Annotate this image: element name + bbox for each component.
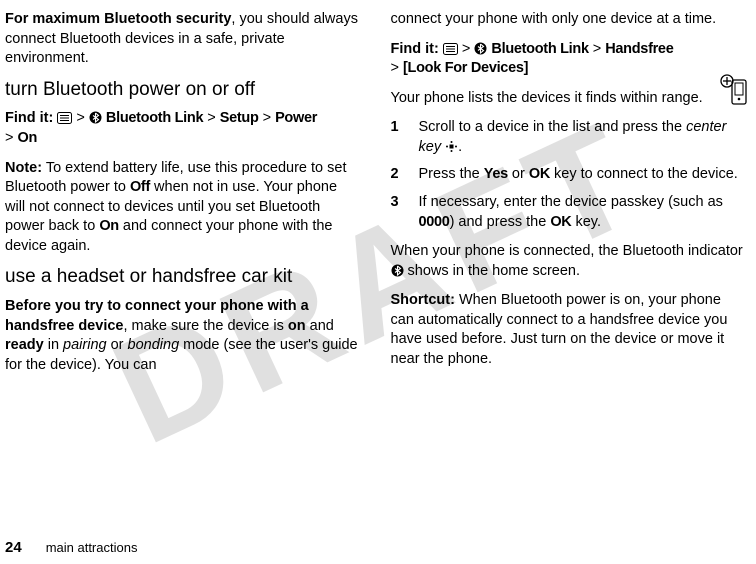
- note-label: Note:: [5, 160, 42, 176]
- note-paragraph: Note: To extend battery life, use this p…: [5, 159, 361, 257]
- gt: >: [76, 110, 84, 126]
- step2-a: Press the: [419, 166, 484, 182]
- left-column: For maximum Bluetooth security, you shou…: [5, 10, 361, 520]
- step3-code: 0000: [419, 214, 450, 230]
- find-it-label: Find it:: [391, 41, 439, 57]
- cont-paragraph: connect your phone with only one device …: [391, 10, 747, 30]
- page-footer: 24 main attractions: [5, 539, 137, 556]
- before-bonding: bonding: [128, 337, 180, 353]
- connected-paragraph: When your phone is connected, the Blueto…: [391, 242, 747, 281]
- center-key-icon: [445, 140, 458, 153]
- before-ready: ready: [5, 337, 44, 353]
- shortcut-label: Shortcut:: [391, 292, 455, 308]
- bluetooth-icon: [474, 42, 487, 55]
- heading-power: turn Bluetooth power on or off: [5, 79, 361, 102]
- step2-or: or: [508, 166, 529, 182]
- step-1: 1 Scroll to a device in the list and pre…: [391, 118, 747, 157]
- intro-bold: For maximum Bluetooth security: [5, 11, 231, 27]
- gt: >: [263, 110, 271, 126]
- menu-key-icon: [57, 112, 72, 124]
- before-on: on: [288, 318, 306, 334]
- page-number: 24: [5, 539, 22, 556]
- path-handsfree: Handsfree: [605, 41, 673, 57]
- connected-a: When your phone is connected, the Blueto…: [391, 243, 743, 259]
- step3-a: If necessary, enter the device passkey (…: [419, 194, 723, 210]
- section-name: main attractions: [46, 540, 138, 555]
- menu-key-icon: [443, 43, 458, 55]
- note-off: Off: [130, 179, 150, 195]
- path-on: On: [18, 130, 38, 146]
- step-2: 2 Press the Yes or OK key to connect to …: [391, 165, 747, 185]
- step-3: 3 If necessary, enter the device passkey…: [391, 193, 747, 232]
- steps-list: 1 Scroll to a device in the list and pre…: [391, 118, 747, 232]
- before-a: , make sure the device is: [123, 318, 287, 334]
- path-power: Power: [275, 110, 317, 126]
- intro-paragraph: For maximum Bluetooth security, you shou…: [5, 10, 361, 69]
- before-b: and: [306, 318, 334, 334]
- step3-c: key.: [571, 214, 601, 230]
- path-look-for-devices: [Look For Devices]: [403, 60, 528, 76]
- step2-yes: Yes: [484, 166, 508, 182]
- step1-b: .: [458, 139, 462, 155]
- step1-a: Scroll to a device in the list and press…: [419, 119, 687, 135]
- step3-b: ) and press the: [450, 214, 551, 230]
- bluetooth-icon: [391, 264, 404, 277]
- step-number: 1: [391, 118, 405, 157]
- before-c: in: [44, 337, 63, 353]
- find-it-power: Find it: > Bluetooth Link > Setup > Powe…: [5, 109, 361, 148]
- step2-b: key to connect to the device.: [550, 166, 738, 182]
- path-bluetooth-link: Bluetooth Link: [491, 41, 588, 57]
- step-number: 2: [391, 165, 405, 185]
- find-it-label: Find it:: [5, 110, 53, 126]
- gt: >: [593, 41, 601, 57]
- step-number: 3: [391, 193, 405, 232]
- path-setup: Setup: [220, 110, 259, 126]
- before-paragraph: Before you try to connect your phone wit…: [5, 297, 361, 375]
- before-pairing: pairing: [63, 337, 107, 353]
- heading-handsfree: use a headset or handsfree car kit: [5, 266, 361, 289]
- gt: >: [391, 60, 399, 76]
- find-it-handsfree: Find it: > Bluetooth Link > Handsfree > …: [391, 40, 747, 79]
- bluetooth-icon: [89, 111, 102, 124]
- right-column: connect your phone with only one device …: [391, 10, 747, 520]
- gt: >: [207, 110, 215, 126]
- path-bluetooth-link: Bluetooth Link: [106, 110, 203, 126]
- gt: >: [5, 130, 13, 146]
- before-d: or: [107, 337, 128, 353]
- shortcut-paragraph: Shortcut: When Bluetooth power is on, yo…: [391, 291, 747, 369]
- step2-ok: OK: [529, 166, 550, 182]
- connected-b: shows in the home screen.: [404, 263, 581, 279]
- list-intro: Your phone lists the devices it finds wi…: [391, 89, 747, 109]
- step3-ok: OK: [550, 214, 571, 230]
- gt: >: [462, 41, 470, 57]
- note-on: On: [99, 218, 119, 234]
